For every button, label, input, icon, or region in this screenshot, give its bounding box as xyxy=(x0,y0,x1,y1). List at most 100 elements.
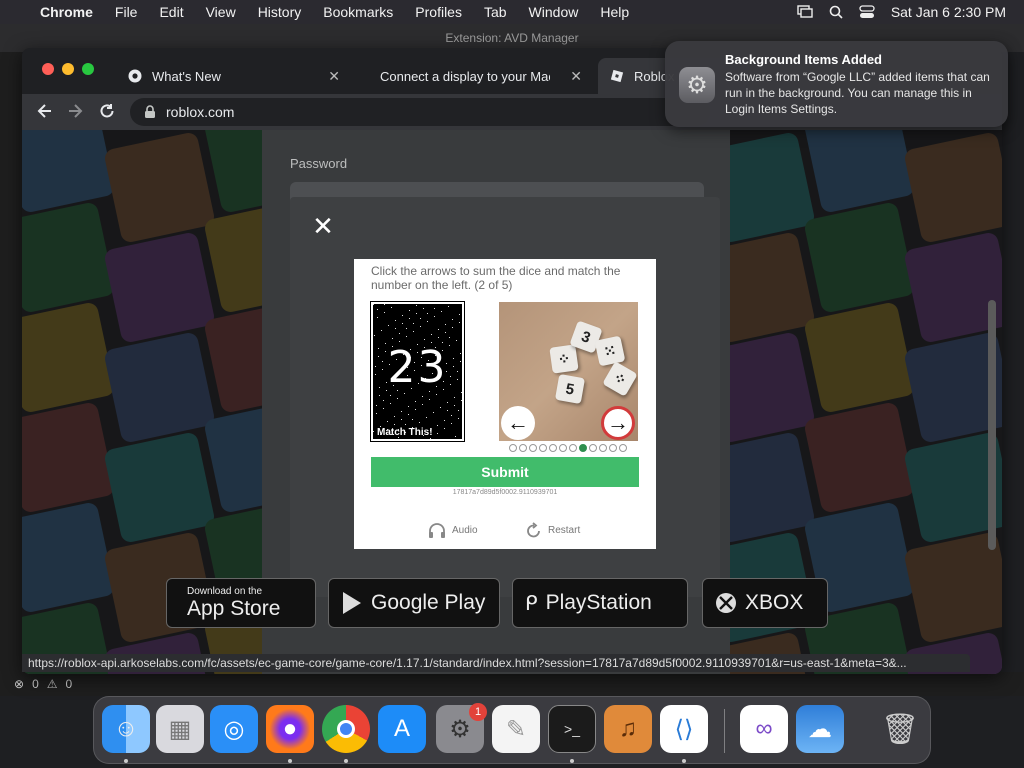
zoom-window-button[interactable] xyxy=(82,63,94,75)
vscode-icon[interactable]: ⟨⟩ xyxy=(660,705,708,753)
warning-count[interactable]: 0 xyxy=(66,677,73,691)
firefox-icon[interactable]: ● xyxy=(266,705,314,753)
menu-edit[interactable]: Edit xyxy=(148,4,194,20)
notification-title: Background Items Added xyxy=(725,52,882,67)
menu-help[interactable]: Help xyxy=(589,4,640,20)
star xyxy=(412,419,413,420)
scrollbar[interactable] xyxy=(988,300,996,550)
star xyxy=(415,401,416,402)
weather-icon[interactable]: ☁ xyxy=(796,705,844,753)
star xyxy=(406,336,407,337)
tab-whats-new[interactable]: What's New ✕ xyxy=(116,58,352,94)
menu-history[interactable]: History xyxy=(247,4,313,20)
star xyxy=(413,323,414,324)
chrome-icon xyxy=(128,69,142,83)
restart-icon xyxy=(526,522,542,538)
screen-mirroring-icon[interactable] xyxy=(797,5,813,19)
roblox-icon xyxy=(610,69,624,83)
search-icon[interactable] xyxy=(829,5,843,19)
target-label: Match This! xyxy=(377,427,433,438)
tab-connect-display[interactable]: Connect a display to your Mac ✕ xyxy=(358,58,594,94)
garageband-icon[interactable]: ♫ xyxy=(604,705,652,753)
progress-dot xyxy=(569,444,577,452)
star xyxy=(377,317,378,318)
app-store-badge[interactable]: Download on the App Store xyxy=(166,578,316,628)
menu-bookmarks[interactable]: Bookmarks xyxy=(312,4,404,20)
terminal-icon[interactable]: >_ xyxy=(548,705,596,753)
minimize-window-button[interactable] xyxy=(62,63,74,75)
star xyxy=(401,419,402,420)
star xyxy=(458,410,459,411)
star xyxy=(438,337,439,338)
running-indicator xyxy=(124,759,128,763)
star xyxy=(444,420,445,421)
star xyxy=(434,316,435,317)
playstation-icon: ᑭ xyxy=(525,592,538,615)
menu-file[interactable]: File xyxy=(104,4,149,20)
progress-dots xyxy=(509,444,627,452)
reload-icon[interactable] xyxy=(98,102,116,120)
progress-dot xyxy=(509,444,517,452)
back-icon[interactable] xyxy=(36,102,54,120)
arrow-right-button[interactable]: → xyxy=(601,406,635,440)
restart-button[interactable]: Restart xyxy=(526,522,580,538)
star xyxy=(445,332,446,333)
star xyxy=(454,397,455,398)
textedit-icon[interactable]: ✎ xyxy=(492,705,540,753)
progress-dot xyxy=(539,444,547,452)
google-play-badge[interactable]: Google Play xyxy=(328,578,500,628)
finder-icon[interactable]: ☺ xyxy=(102,705,150,753)
app-store-icon[interactable]: A xyxy=(378,705,426,753)
die: 5 xyxy=(554,373,586,405)
google-play-icon xyxy=(341,591,363,615)
warning-icon[interactable]: ⚠ xyxy=(47,677,58,691)
xbox-badge[interactable]: XBOX xyxy=(702,578,828,628)
dice-image: ⁘ 3 ⁙ 5 ⁘ ← → xyxy=(499,302,638,441)
close-icon[interactable]: ✕ xyxy=(310,213,336,239)
menubar-clock[interactable]: Sat Jan 6 2:30 PM xyxy=(891,4,1006,20)
playstation-badge[interactable]: ᑭ PlayStation xyxy=(512,578,688,628)
error-count[interactable]: 0 xyxy=(32,677,39,691)
menu-app-name[interactable]: Chrome xyxy=(29,4,104,20)
safari-icon[interactable]: ◎ xyxy=(210,705,258,753)
forward-icon[interactable] xyxy=(66,102,84,120)
star xyxy=(391,307,392,308)
menu-profiles[interactable]: Profiles xyxy=(404,4,473,20)
target-number: 23 xyxy=(387,342,448,393)
star xyxy=(434,308,435,309)
site-info-icon[interactable] xyxy=(144,105,156,119)
captcha-frame: Click the arrows to sum the dice and mat… xyxy=(354,259,656,549)
target-card: 23 Match This! xyxy=(370,301,465,442)
star xyxy=(438,329,439,330)
close-tab-icon[interactable]: ✕ xyxy=(328,68,340,85)
error-icon[interactable]: ⊗ xyxy=(14,677,24,691)
submit-button[interactable]: Submit xyxy=(371,457,639,487)
launchpad-icon[interactable]: ▦ xyxy=(156,705,204,753)
menu-window[interactable]: Window xyxy=(518,4,590,20)
progress-dot xyxy=(529,444,537,452)
session-id: 17817a7d89d5f0002.9110939701 xyxy=(452,489,558,496)
star xyxy=(420,326,421,327)
star xyxy=(402,323,403,324)
audio-button[interactable]: Audio xyxy=(428,522,478,538)
chrome-icon[interactable] xyxy=(322,705,370,753)
star xyxy=(433,412,434,413)
star xyxy=(422,396,423,397)
close-window-button[interactable] xyxy=(42,63,54,75)
notification-banner[interactable]: ⚙ Background Items Added Software from “… xyxy=(665,41,1008,127)
menu-tab[interactable]: Tab xyxy=(473,4,518,20)
star xyxy=(395,320,396,321)
url-text: roblox.com xyxy=(166,104,235,120)
star xyxy=(427,313,428,314)
menu-view[interactable]: View xyxy=(195,4,247,20)
visual-studio-icon[interactable]: ∞ xyxy=(740,705,788,753)
trash-icon[interactable]: 🗑 xyxy=(876,705,924,753)
notification-badge: 1 xyxy=(469,703,487,721)
arrow-left-button[interactable]: ← xyxy=(501,406,535,440)
star xyxy=(430,438,431,439)
star xyxy=(426,417,427,418)
close-tab-icon[interactable]: ✕ xyxy=(570,68,582,85)
star xyxy=(459,322,460,323)
address-bar[interactable]: roblox.com xyxy=(130,98,710,126)
control-center-icon[interactable] xyxy=(859,5,875,19)
